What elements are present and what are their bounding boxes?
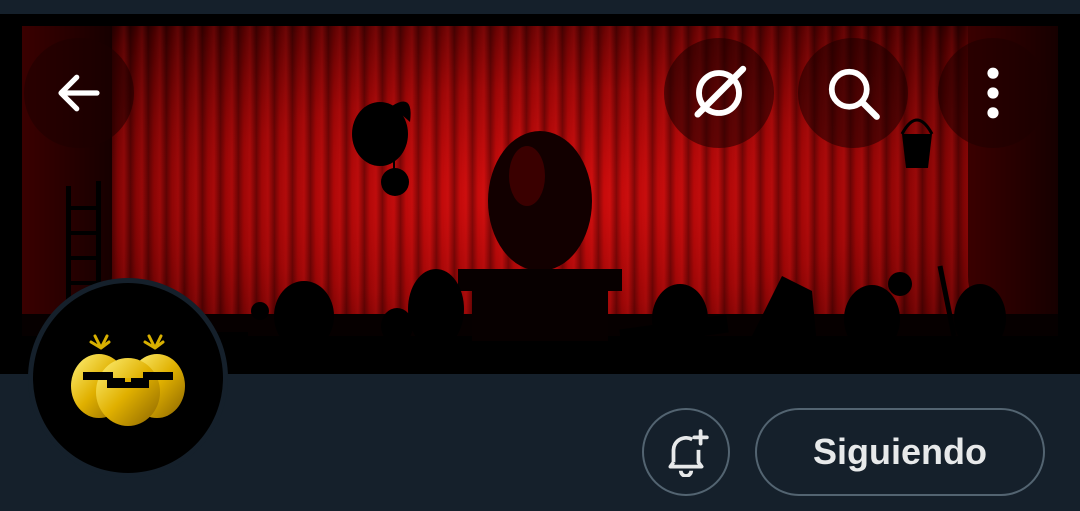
profile-avatar[interactable] [28, 278, 228, 478]
notifications-button[interactable] [642, 408, 730, 496]
search-button[interactable] [798, 38, 908, 148]
grok-icon [694, 65, 747, 118]
hanging-bird-silhouette [352, 101, 411, 196]
grok-button[interactable] [664, 38, 774, 148]
back-button[interactable] [24, 38, 134, 148]
search-icon [828, 68, 880, 120]
following-button[interactable]: Siguiendo [755, 408, 1045, 496]
more-vertical-icon [987, 67, 999, 119]
bucket-silhouette [900, 118, 934, 168]
egg-pedestal-silhouette [458, 131, 622, 341]
more-options-button[interactable] [938, 38, 1048, 148]
bell-plus-icon [668, 429, 709, 477]
status-bar-strip [0, 0, 1080, 14]
avatar-image [33, 283, 223, 473]
arrow-left-icon [58, 74, 100, 112]
golden-eggs-logo [71, 334, 185, 426]
